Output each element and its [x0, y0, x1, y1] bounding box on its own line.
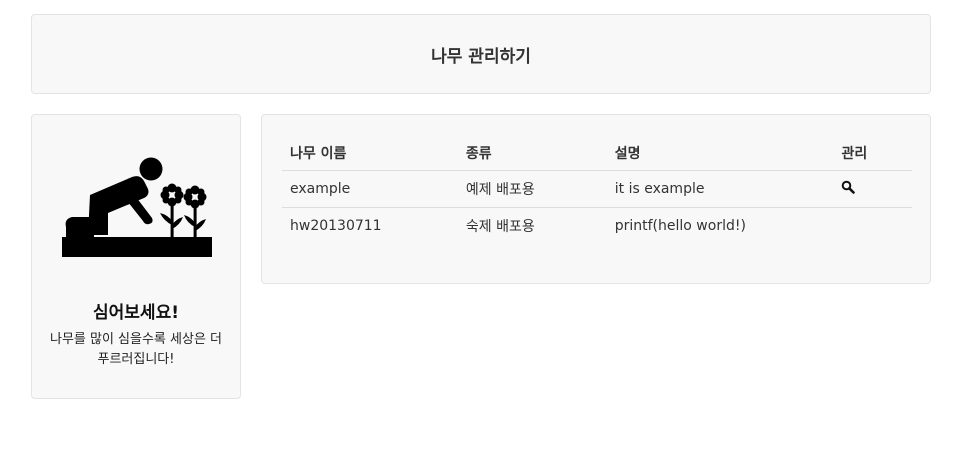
sidebar-panel: 심어보세요! 나무를 많이 심을수록 세상은 더 푸르러집니다! [31, 114, 241, 399]
tree-kind-cell: 숙제 배포용 [465, 219, 535, 235]
sidebar-heading: 심어보세요! [93, 303, 179, 323]
tree-description-cell: printf(hello world!) [614, 218, 746, 234]
tree-manage-cell [833, 208, 912, 245]
header-panel: 나무 관리하기 [31, 14, 931, 94]
search-icon[interactable] [841, 180, 856, 194]
table-header-row: 나무 이름 종류 설명 관리 [282, 135, 912, 171]
tree-description-cell: it is example [606, 170, 834, 208]
tree-table: 나무 이름 종류 설명 관리 example 예제 배포용 it is exam… [282, 135, 912, 244]
tree-kind-cell: 예제 배포용 [457, 170, 607, 208]
tree-manage-cell [833, 170, 912, 208]
tree-table-panel: 나무 이름 종류 설명 관리 example 예제 배포용 it is exam… [261, 114, 931, 284]
table-row: example 예제 배포용 it is example [282, 170, 912, 208]
column-header-manage: 관리 [833, 135, 912, 171]
page-title: 나무 관리하기 [431, 46, 531, 67]
column-header-name: 나무 이름 [282, 135, 458, 171]
table-row: hw20130711 숙제 배포용 printf(hello world!) [282, 208, 912, 245]
tree-name-cell: hw20130711 [290, 218, 382, 234]
column-header-description: 설명 [606, 135, 834, 171]
sidebar-text: 나무를 많이 심을수록 세상은 더 푸르러집니다! [49, 332, 222, 367]
column-header-kind: 종류 [457, 135, 607, 171]
tree-name-cell: example [282, 170, 458, 208]
gardener-planting-flowers-icon [62, 157, 212, 257]
